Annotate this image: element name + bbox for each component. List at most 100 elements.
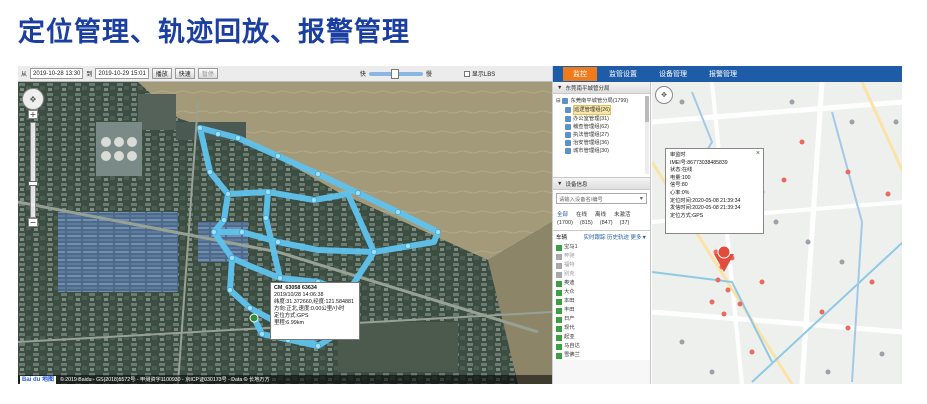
end-time-input[interactable]: 2019-10-29 15:01 — [95, 68, 149, 79]
top-navigation: 监控 监管设置 设备管理 报警管理 — [553, 66, 902, 82]
vehicle-list: 宝马1 奔驰福特别克 奥迪 大众 本田丰田日产 现代起亚 马自达雪佛兰 — [553, 243, 650, 360]
vehicle-status-icon — [556, 280, 562, 287]
tree-expand-icon[interactable]: ⊟ — [556, 97, 560, 105]
street-map[interactable]: ✥ × 审监时 IMEI号:86773038485839 状态:在线 电量:10… — [652, 82, 902, 384]
pause-button[interactable]: 暂停 — [197, 68, 218, 79]
tab-device-management[interactable]: 设备管理 — [649, 67, 697, 81]
user-group-icon — [565, 140, 571, 146]
pan-control-icon[interactable]: ✥ — [655, 86, 673, 104]
zoom-in-button[interactable]: + — [28, 110, 38, 119]
speed-slider[interactable] — [368, 68, 423, 79]
tree-item[interactable]: 稽查管理组(62) — [556, 123, 647, 131]
show-lbs-checkbox[interactable]: 显示LBS — [463, 69, 496, 78]
vehicle-list-item[interactable]: 马自达 — [553, 342, 650, 351]
map-navigation-control: ✥ + − — [22, 88, 44, 227]
vehicle-label: 本田 — [564, 298, 575, 304]
user-group-icon — [565, 124, 571, 130]
speed-slider-handle[interactable] — [390, 68, 399, 79]
popup-mode: 定位方式:GPS — [670, 212, 704, 219]
street-map-navigation: ✥ — [655, 86, 673, 104]
vehicle-list-item[interactable]: 奥迪 — [553, 279, 650, 288]
vehicle-list-item[interactable]: 现代 — [553, 324, 650, 333]
map-copyright: © 2019 Baidu - GS(2018)5572号 - 甲测资字11009… — [60, 377, 270, 383]
org-section-header[interactable]: ▼ 东莞南平城管分局 — [553, 82, 650, 94]
device-search-input[interactable]: 请输入设备名/编号 ▼ — [556, 193, 647, 204]
tab-inactive[interactable]: 未激活 — [614, 210, 631, 218]
show-lbs-label: 显示LBS — [471, 72, 496, 78]
dropdown-icon[interactable]: ▼ — [639, 196, 644, 202]
vehicle-list-item[interactable]: 丰田 — [553, 306, 650, 315]
vehicle-label: 马自达 — [564, 343, 580, 349]
tab-offline[interactable]: 离线 — [595, 210, 606, 218]
map-footer: Bai du 地图 © 2019 Baidu - GS(2018)5572号 -… — [18, 375, 552, 384]
vehicle-label: 奔驰 — [564, 253, 575, 259]
tree-item-label: 办公室管理(31) — [573, 116, 609, 122]
vehicle-status-icon — [556, 244, 562, 251]
tree-scroll-thumb[interactable] — [645, 96, 649, 122]
tree-root[interactable]: ⊟ 东莞南平城管分局(1799) — [556, 97, 647, 105]
tab-all[interactable]: 全部 — [557, 210, 568, 218]
vehicle-list-item[interactable]: 宝马1 — [553, 243, 650, 252]
tree-item[interactable]: 巡逻管理组(26) — [556, 105, 647, 115]
vehicle-label: 丰田 — [564, 307, 575, 313]
vehicle-status-icon — [556, 316, 562, 323]
collapse-icon: ▼ — [557, 180, 563, 187]
vehicle-list-item[interactable]: 大众 — [553, 288, 650, 297]
popup-status: 状态:在线 — [670, 167, 693, 174]
popup-time: 2019/10/28 14:06:38 — [274, 292, 324, 298]
vehicle-list-item[interactable]: 别克 — [553, 270, 650, 279]
device-section-header[interactable]: ▼ 设备信息 — [553, 178, 650, 190]
checkbox-icon — [463, 70, 470, 77]
tree-item[interactable]: 城市管理组(30) — [556, 147, 647, 155]
vehicle-list-item[interactable]: 雪佛兰 — [553, 351, 650, 360]
tab-online[interactable]: 在线 — [576, 210, 587, 218]
count-all: (1700) — [557, 220, 573, 226]
tree-item[interactable]: 办公室管理(31) — [556, 115, 647, 123]
zoom-slider-handle[interactable] — [28, 181, 38, 186]
tab-supervision-settings[interactable]: 监管设置 — [599, 67, 647, 81]
vehicle-group-label[interactable]: 车辆 — [556, 233, 567, 241]
tree-item[interactable]: 治安管理组(36) — [556, 139, 647, 147]
user-group-icon — [565, 132, 571, 138]
vehicle-list-item[interactable]: 本田 — [553, 297, 650, 306]
vehicle-status-icon — [556, 343, 562, 350]
vehicle-list-item[interactable]: 奔驰 — [553, 252, 650, 261]
count-online: (815) — [579, 220, 593, 226]
vehicle-status-icon — [556, 262, 562, 269]
start-time-input[interactable]: 2019-10-28 13:30 — [30, 68, 84, 79]
tree-item-label: 巡逻管理组(26) — [573, 105, 611, 115]
speed-fast-label: 快 — [359, 72, 366, 78]
search-placeholder: 请输入设备名/编号 — [559, 196, 603, 203]
popup-title: CM_63058 63634 — [274, 285, 317, 291]
tab-alarm-management[interactable]: 报警管理 — [699, 67, 747, 81]
close-icon[interactable]: × — [756, 150, 760, 158]
vehicle-list-item[interactable]: 日产 — [553, 315, 650, 324]
device-search-row: 请输入设备名/编号 ▼ — [553, 190, 650, 207]
collapse-icon: ▼ — [557, 84, 563, 91]
tree-item-label: 治安管理组(36) — [573, 140, 609, 146]
zoom-slider[interactable] — [28, 122, 38, 218]
vehicle-label: 福特 — [564, 262, 575, 268]
vehicle-status-icon — [556, 271, 562, 278]
popup-mileage: 里程:6.99km — [274, 320, 304, 326]
fast-button[interactable]: 快速 — [174, 68, 195, 79]
vehicle-actions-links[interactable]: 实时跟踪 历史轨迹 更多▼ — [583, 233, 647, 241]
monitor-panel: 监控 监管设置 设备管理 报警管理 ▼ 东莞南平城管分局 ⊟ 东莞南平城管分局(… — [552, 66, 902, 384]
status-tabs: 全部 在线 离线 未激活 — [553, 207, 650, 218]
tab-monitor[interactable]: 监控 — [563, 67, 597, 81]
baidu-logo: Bai du 地图 — [20, 375, 57, 384]
end-marker-icon — [249, 313, 259, 323]
vehicle-status-icon — [556, 325, 562, 332]
popup-signal: 信号:80 — [670, 182, 688, 189]
vehicle-label: 雪佛兰 — [564, 352, 580, 358]
tree-scrollbar[interactable] — [645, 96, 649, 174]
vehicle-label: 现代 — [564, 325, 575, 331]
play-button[interactable]: 播放 — [151, 68, 172, 79]
zoom-out-button[interactable]: − — [28, 218, 38, 227]
vehicle-list-item[interactable]: 起亚 — [553, 333, 650, 342]
pan-control-icon[interactable]: ✥ — [22, 88, 44, 110]
status-counts: (1700) (815) (847) (37) — [553, 218, 650, 231]
vehicle-list-item[interactable]: 福特 — [553, 261, 650, 270]
vehicle-status-icon — [556, 289, 562, 296]
tree-item[interactable]: 执法管理组(27) — [556, 131, 647, 139]
